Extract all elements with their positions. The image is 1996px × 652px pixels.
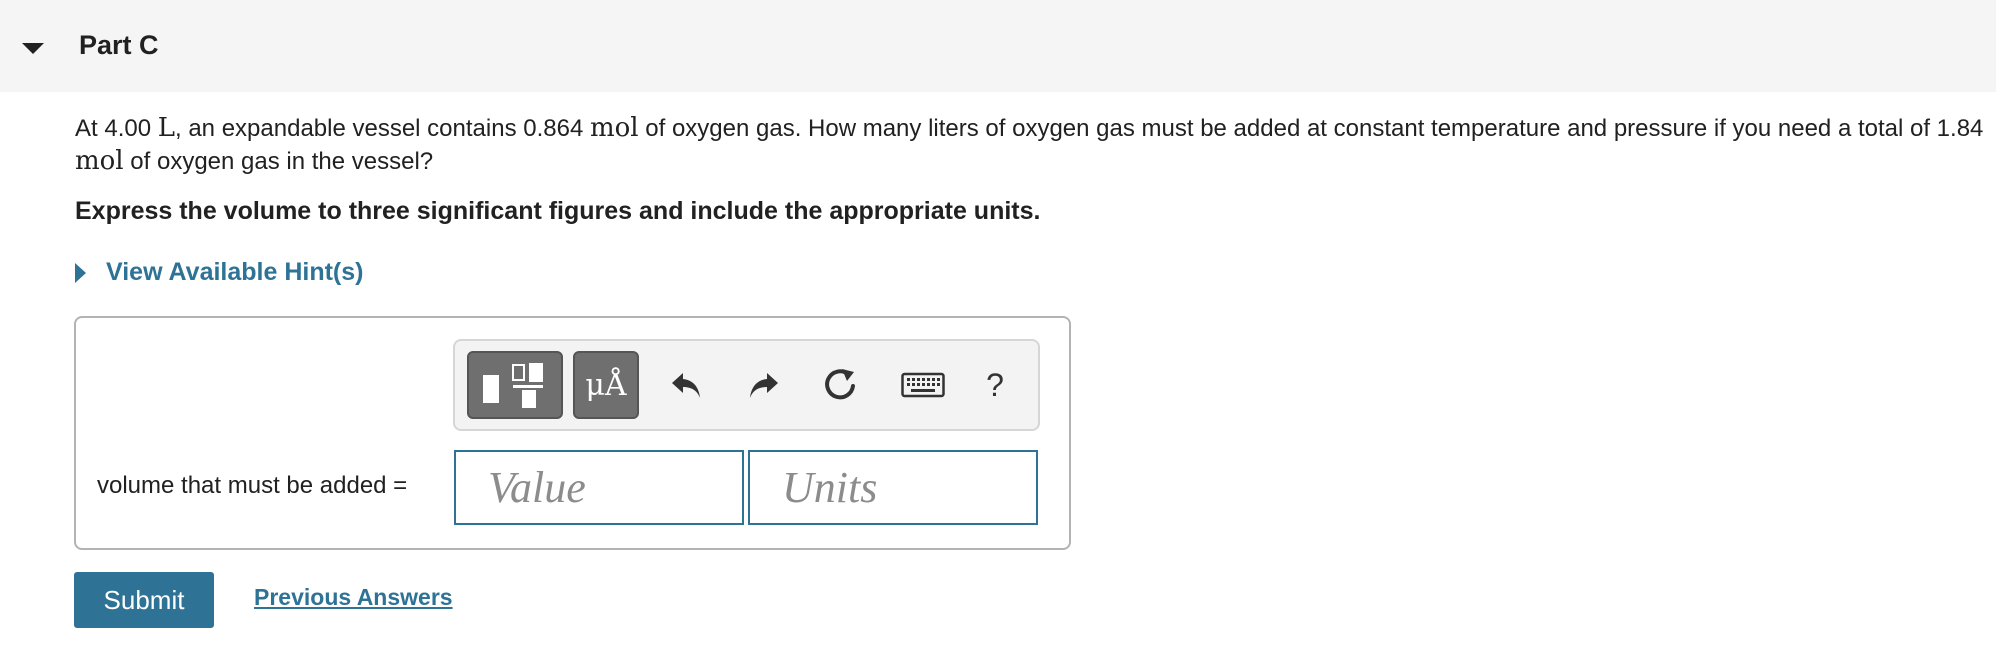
undo-button[interactable] xyxy=(665,359,709,411)
submit-button[interactable]: Submit xyxy=(74,572,214,628)
question-unit1: L xyxy=(157,113,175,143)
question-seg4: of oxygen gas in the vessel? xyxy=(123,148,434,175)
question-seg3: of oxygen gas. How many liters of oxygen… xyxy=(638,115,1984,142)
templates-icon xyxy=(483,363,543,408)
caret-down-icon[interactable] xyxy=(22,43,44,54)
help-button[interactable]: ? xyxy=(973,359,1017,411)
reset-icon xyxy=(825,369,855,400)
templates-button[interactable] xyxy=(467,351,563,419)
question-unit3: mol xyxy=(75,146,124,176)
question-seg1: At 4.00 xyxy=(75,115,158,142)
problem-page: Part C At 4.00 L, an expandable vessel c… xyxy=(0,0,1996,652)
math-toolbar: μÅ ? xyxy=(453,339,1040,431)
redo-button[interactable] xyxy=(741,359,785,411)
question-unit2: mol xyxy=(589,113,639,143)
part-title: Part C xyxy=(79,30,159,60)
answer-label: volume that must be added = xyxy=(97,472,408,499)
question-seg2: , an expandable vessel contains 0.864 xyxy=(175,115,590,142)
value-input[interactable] xyxy=(454,450,744,525)
units-input[interactable] xyxy=(748,450,1038,525)
reset-button[interactable] xyxy=(817,359,865,411)
instruction-text: Express the volume to three significant … xyxy=(75,197,1041,225)
view-hints-toggle[interactable]: View Available Hint(s) xyxy=(75,258,363,287)
undo-icon xyxy=(672,373,700,398)
keyboard-icon xyxy=(901,372,945,398)
question-text: At 4.00 L, an expandable vessel contains… xyxy=(75,112,1985,178)
units-button[interactable]: μÅ xyxy=(573,351,639,419)
redo-icon xyxy=(750,373,778,398)
keyboard-button[interactable] xyxy=(895,359,951,411)
previous-answers-link[interactable]: Previous Answers xyxy=(254,584,453,611)
view-hints-label: View Available Hint(s) xyxy=(106,258,364,286)
part-header: Part C xyxy=(0,0,1996,92)
caret-right-icon xyxy=(75,262,86,283)
